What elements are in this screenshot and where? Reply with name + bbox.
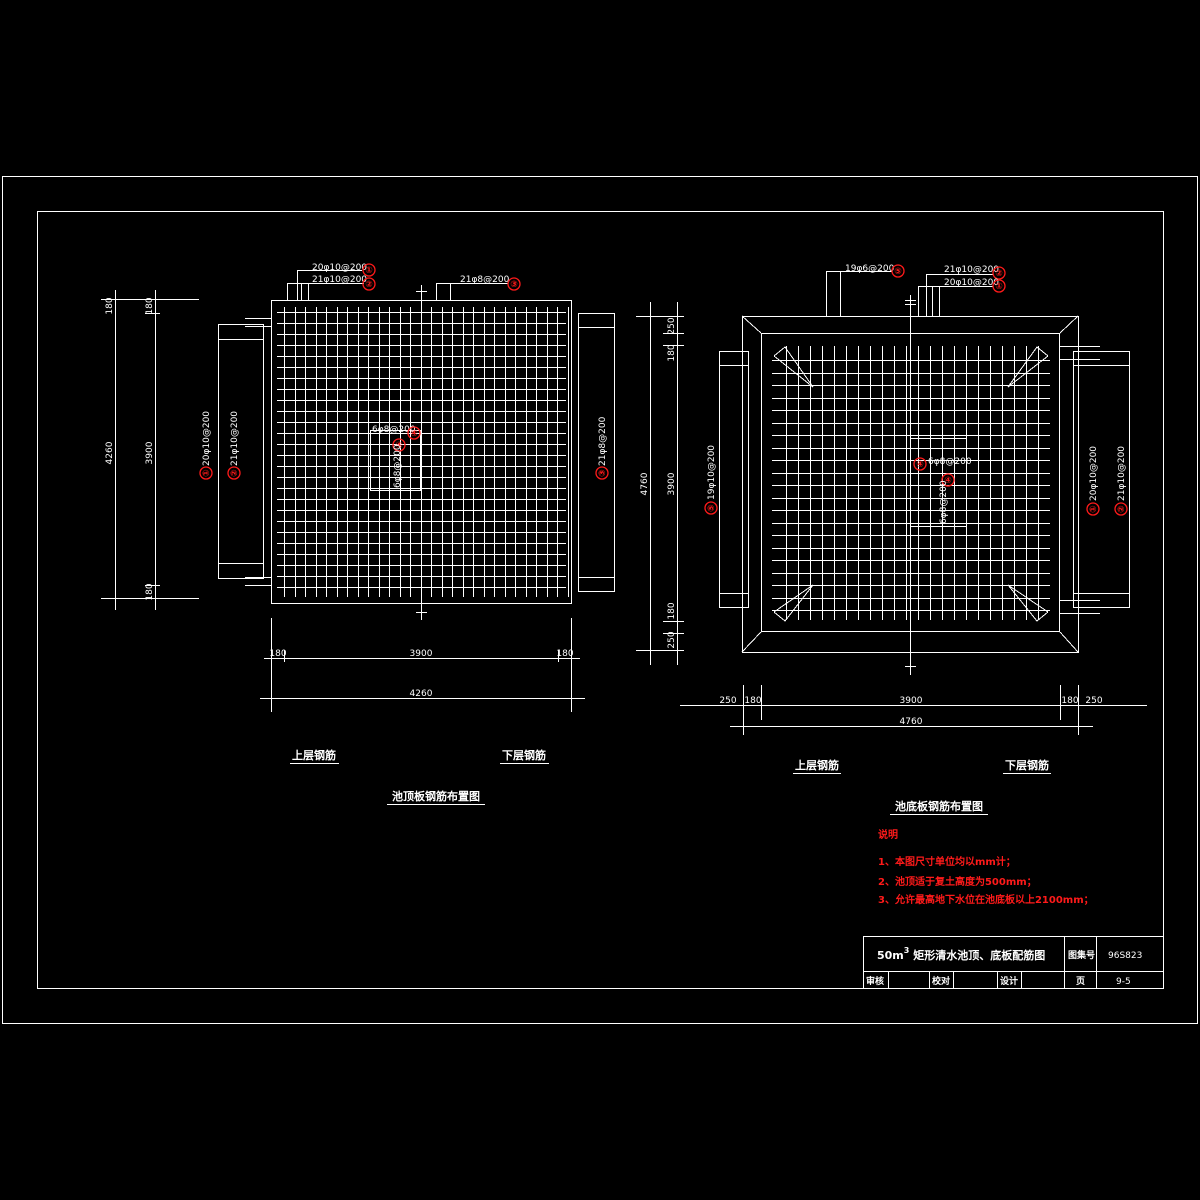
roof-side-callout-3-num: ③ <box>598 469 608 477</box>
cad-drawing: 20φ10@200 ① 21φ10@200 ② 21φ8@200 ③ 6φ8@2… <box>2 176 1198 1024</box>
floor-callout-4a-num: ④ <box>916 460 924 470</box>
floor-side-callout-5-text: 19φ10@200 <box>707 445 717 500</box>
roof-plan-title: 池顶板钢筋布置图 <box>392 789 480 803</box>
roof-left-bar-detail <box>218 324 264 579</box>
roof-dim-v-bottom: 180 <box>145 583 155 600</box>
floor-lower-label: 下层钢筋 <box>1005 758 1049 772</box>
note-item-3: 3、允许最高地下水位在池底板以上2100mm； <box>878 893 1094 906</box>
floor-dim-v-bottom: 180 <box>667 602 677 619</box>
roof-callout-2-num: ② <box>365 280 373 290</box>
page-label: 页 <box>1076 976 1085 987</box>
roof-side-callout-2-num: ② <box>230 469 240 477</box>
roof-callout-1-text: 20φ10@200 <box>312 263 367 273</box>
roof-lower-label: 下层钢筋 <box>502 748 546 762</box>
floor-plan-title: 池底板钢筋布置图 <box>895 799 983 813</box>
note-item-1: 1、本图尺寸单位均以mm计； <box>878 855 1016 868</box>
roof-callout-4a-num: ④ <box>410 429 418 439</box>
floor-callout-5-num: ⑤ <box>894 267 902 277</box>
note-item-2: 2、池顶适于复土高度为500mm； <box>878 875 1037 888</box>
check-label: 校对 <box>932 975 950 987</box>
floor-callout-1-num: ① <box>995 282 1003 292</box>
atlas-label: 图集号 <box>1068 949 1095 961</box>
floor-dim-h-right-outer: 250 <box>1085 696 1102 706</box>
floor-dim-h-overall: 4760 <box>900 717 923 727</box>
roof-dim-v-top-2: 180 <box>145 297 155 314</box>
floor-left-bar-detail <box>719 351 749 608</box>
notes-heading: 说明 <box>878 828 898 841</box>
roof-dim-h-left: 180 <box>269 649 286 659</box>
roof-right-bar-detail <box>578 313 615 592</box>
roof-dim-h-right: 180 <box>556 649 573 659</box>
roof-rebar-grid <box>277 307 569 597</box>
floor-side-callout-2-text: 21φ10@200 <box>1117 446 1127 501</box>
floor-dim-v-bottom-outer: 250 <box>667 631 677 648</box>
floor-dim-v-top-outer: 250 <box>667 317 677 334</box>
roof-dim-v-top: 180 <box>105 297 115 314</box>
floor-upper-label: 上层钢筋 <box>795 758 839 772</box>
floor-callout-4b-text: 6φ8@200 <box>939 480 949 524</box>
roof-dim-h-overall: 4260 <box>410 689 433 699</box>
roof-callout-3-num: ③ <box>510 280 518 290</box>
floor-callout-2-text: 21φ10@200 <box>944 265 999 275</box>
floor-callout-5-text: 19φ6@200 <box>845 264 895 274</box>
roof-side-callout-3-text: 21φ8@200 <box>598 416 608 466</box>
floor-plan <box>636 271 1147 815</box>
roof-side-callout-2-text: 21φ10@200 <box>230 411 240 466</box>
roof-plan <box>101 270 615 805</box>
floor-side-callout-1-num: ① <box>1089 505 1099 513</box>
atlas-value: 96S823 <box>1108 951 1142 961</box>
design-label: 设计 <box>1000 975 1018 987</box>
floor-side-callout-1-text: 20φ10@200 <box>1089 446 1099 501</box>
roof-side-callout-1-num: ① <box>202 469 212 477</box>
roof-upper-label: 上层钢筋 <box>292 748 336 762</box>
floor-dim-h-left: 180 <box>744 696 761 706</box>
roof-side-callout-1-text: 20φ10@200 <box>202 411 212 466</box>
floor-dim-h-middle: 3900 <box>900 696 923 706</box>
roof-callout-2-text: 21φ10@200 <box>312 275 367 285</box>
floor-dim-h-right: 180 <box>1061 696 1078 706</box>
review-label: 审核 <box>866 975 884 987</box>
roof-dim-v-overall: 4260 <box>105 441 115 464</box>
inner-frame <box>37 211 1164 989</box>
floor-dim-v-overall: 4760 <box>640 472 650 495</box>
floor-callout-4a-text: 6φ8@200 <box>928 457 972 467</box>
page-value: 9-5 <box>1116 977 1131 987</box>
floor-dim-v-top: 180 <box>667 344 677 361</box>
roof-dim-v-middle: 3900 <box>145 441 155 464</box>
roof-dim-h-middle: 3900 <box>410 649 433 659</box>
floor-callout-1-text: 20φ10@200 <box>944 278 999 288</box>
floor-side-callout-5-num: ⑤ <box>707 504 717 512</box>
floor-dim-h-left-outer: 250 <box>719 696 736 706</box>
roof-callout-3-text: 21φ8@200 <box>460 275 510 285</box>
title-block-title: 50m3 矩形清水池顶、底板配筋图 <box>877 946 1045 962</box>
floor-side-callout-2-num: ② <box>1117 505 1127 513</box>
roof-callout-4b-text: 6φ8@200 <box>393 444 403 488</box>
floor-dim-v-middle: 3900 <box>667 472 677 495</box>
